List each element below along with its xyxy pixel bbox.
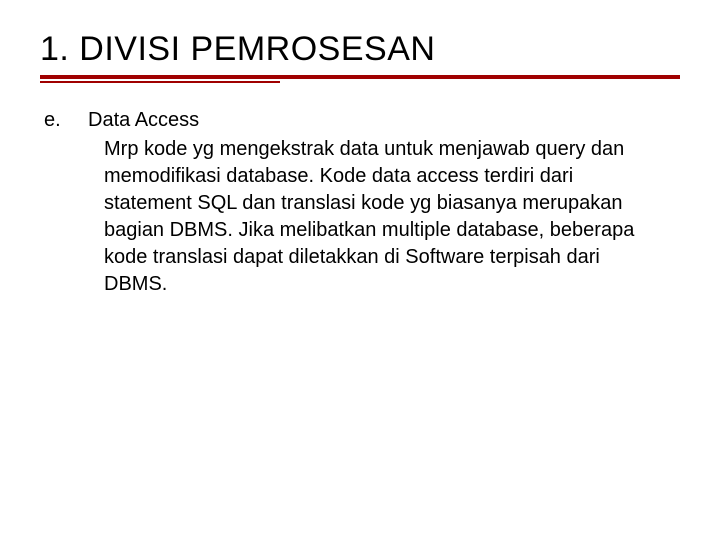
slide-title: 1. DIVISI PEMROSESAN <box>40 30 680 69</box>
item-description: Mrp kode yg mengekstrak data untuk menja… <box>104 136 664 298</box>
content-body: Data Access Mrp kode yg mengekstrak data… <box>88 107 680 298</box>
list-marker: e. <box>44 107 88 134</box>
divider <box>40 75 680 83</box>
slide: 1. DIVISI PEMROSESAN e. Data Access Mrp … <box>0 0 720 540</box>
item-heading: Data Access <box>88 107 680 134</box>
divider-accent <box>40 81 280 83</box>
content-row: e. Data Access Mrp kode yg mengekstrak d… <box>40 107 680 298</box>
